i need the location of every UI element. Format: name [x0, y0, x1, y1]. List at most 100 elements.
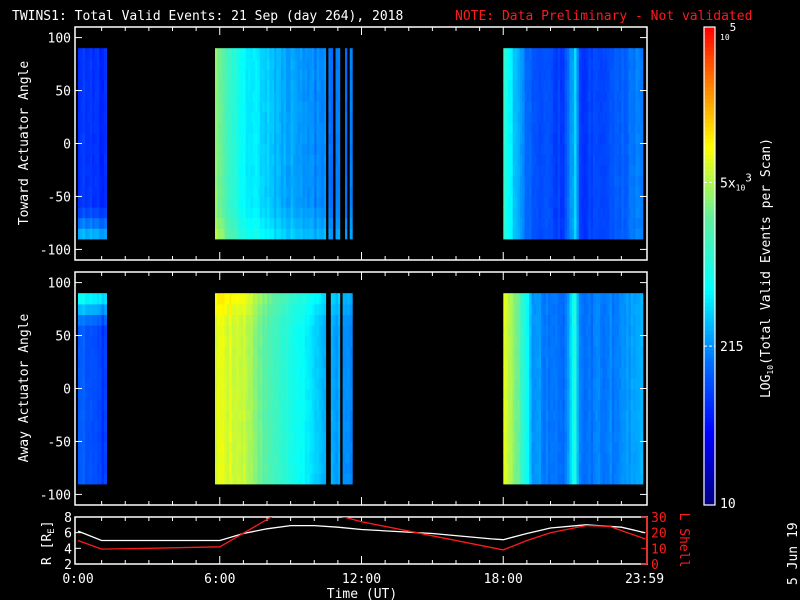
x-tick-label: 12:00 — [342, 572, 381, 587]
spectrogram-cell — [104, 325, 107, 337]
colorbar-tick-label: 215 — [720, 340, 743, 355]
spectrogram-cell — [104, 48, 107, 60]
colorbar-segment — [704, 301, 715, 307]
figure-title: TWINS1: Total Valid Events: 21 Sep (day … — [12, 9, 752, 24]
colorbar-label: LOG10(Total Valid Events per Scan) — [759, 138, 775, 398]
spectrogram-cell — [104, 377, 107, 390]
spectrogram-cell — [349, 101, 353, 113]
spectrogram-cell — [104, 356, 107, 368]
colorbar-segment — [704, 274, 715, 279]
colorbar-segment — [704, 258, 715, 263]
spectrogram-cell — [640, 388, 644, 400]
colorbar-segment — [704, 70, 715, 76]
spectrogram-cell — [640, 80, 644, 92]
x-tick-label: 18:00 — [484, 572, 523, 587]
colorbar-segment — [704, 150, 715, 156]
colorbar-segment — [704, 293, 715, 299]
colorbar-segment — [704, 35, 715, 40]
colorbar-tick-label: 105 — [720, 21, 736, 42]
spectrogram-cell — [104, 217, 107, 229]
y-tick-label: 0 — [63, 138, 71, 153]
spectrogram-cell — [349, 314, 353, 326]
colorbar-segment — [704, 465, 715, 470]
spectrogram-cell — [104, 430, 107, 443]
spectrogram-cell — [640, 90, 644, 102]
spectrogram-cell — [349, 143, 353, 155]
colorbar-segment — [704, 321, 715, 327]
bottom-spectrogram — [78, 293, 644, 485]
spectrogram-cell — [640, 111, 644, 123]
spectrogram-cell — [104, 420, 107, 432]
y-tick-label-right: 10 — [651, 542, 667, 557]
y-tick-label-right: 20 — [651, 527, 667, 542]
colorbar-segment — [704, 86, 715, 92]
spectrogram-cell — [104, 207, 107, 219]
colorbar-segment — [704, 278, 715, 283]
spectrogram-cell — [104, 164, 107, 176]
colorbar-segment — [704, 46, 715, 52]
y-tick-label: 100 — [48, 277, 71, 292]
spectrogram-cell — [640, 409, 644, 421]
spectrogram-cell — [349, 122, 353, 134]
spectrogram-cell — [640, 143, 644, 155]
colorbar-segment — [704, 289, 715, 295]
spectrogram-cell — [640, 207, 644, 219]
spectrogram-cell — [104, 314, 107, 326]
colorbar-segment — [704, 333, 715, 339]
colorbar-segment — [704, 377, 715, 383]
colorbar-segment — [704, 433, 715, 438]
spectrogram-cell — [349, 388, 353, 400]
colorbar-segment — [704, 250, 715, 255]
spectrogram-cell — [640, 473, 644, 485]
spectrogram-cell — [640, 48, 644, 60]
colorbar-segment — [704, 405, 715, 410]
spectrogram-cell — [104, 143, 107, 155]
colorbar-segment — [704, 31, 715, 36]
spectrogram-cell — [104, 228, 107, 240]
radius-line — [77, 524, 646, 542]
spectrogram-cell — [104, 293, 107, 305]
colorbar-segment — [704, 226, 715, 231]
colorbar-segment — [704, 162, 715, 167]
spectrogram-cell — [349, 452, 353, 464]
title-note: NOTE: Data Preliminary - Not validated — [455, 9, 752, 24]
colorbar-segment — [704, 106, 715, 112]
colorbar-segment — [704, 154, 715, 160]
spectrogram-cell — [104, 303, 107, 315]
colorbar-segment — [704, 170, 715, 175]
spectrogram-cell — [104, 335, 107, 347]
spectrogram-cell — [640, 101, 644, 113]
spectrogram-cell — [349, 303, 353, 315]
spectrogram-cell — [349, 90, 353, 102]
colorbar-segment — [704, 142, 715, 148]
spectrogram-cell — [640, 462, 644, 474]
colorbar-segment — [704, 246, 715, 251]
colorbar-segment — [704, 429, 715, 434]
spectrogram-cell — [640, 154, 644, 166]
spectrogram-cell — [349, 175, 353, 187]
colorbar-segment — [704, 118, 715, 124]
y-tick-label: -50 — [48, 190, 71, 205]
y-tick-label-right: 30 — [651, 511, 667, 526]
colorbar-segment — [704, 242, 715, 247]
colorbar: 102155x103105 — [703, 21, 752, 512]
colorbar-segment — [704, 270, 715, 275]
spectrogram-cell — [349, 293, 353, 305]
spectrogram-cell — [104, 185, 107, 198]
colorbar-segment — [704, 285, 715, 291]
y-tick-label: 8 — [64, 511, 72, 526]
spectrogram-cell — [349, 430, 353, 443]
y-tick-label-right: 0 — [651, 558, 659, 573]
spectrogram-cell — [640, 185, 644, 198]
top-ylabel: Toward Actuator Angle — [17, 61, 32, 226]
spectrogram-cell — [104, 69, 107, 81]
colorbar-segment — [704, 238, 715, 243]
colorbar-segment — [704, 98, 715, 104]
spectrogram-cell — [104, 90, 107, 102]
spectrogram-cell — [104, 473, 107, 485]
colorbar-segment — [704, 42, 715, 48]
colorbar-segment — [704, 222, 715, 227]
spectrogram-cell — [640, 122, 644, 134]
spectrogram-cell — [349, 58, 353, 70]
colorbar-segment — [704, 54, 715, 60]
